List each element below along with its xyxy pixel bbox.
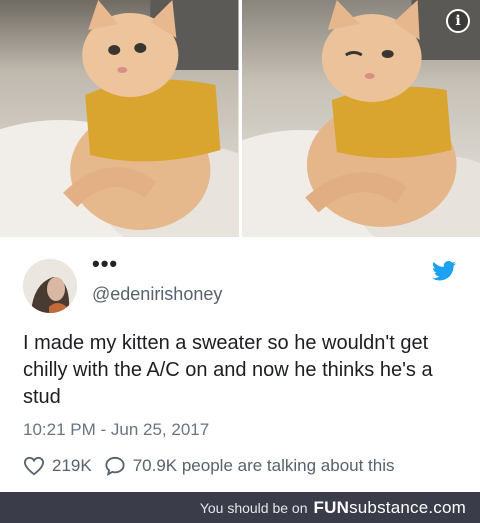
- tweet-card: ••• @edenirishoney I made my kitten a sw…: [0, 237, 480, 492]
- watermark-footer: You should be on FUNsubstance.com: [0, 492, 480, 523]
- photo-grid: i: [0, 0, 480, 237]
- tweet-timestamp[interactable]: 10:21 PM - Jun 25, 2017: [23, 420, 209, 440]
- reply-bubble-icon[interactable]: [104, 456, 126, 476]
- reply-count[interactable]: 70.9K people are talking about this: [133, 456, 395, 476]
- display-name-hidden: •••: [92, 251, 119, 276]
- avatar-image: [23, 259, 77, 313]
- kitten-image-left: [0, 0, 239, 237]
- user-handle[interactable]: @edenirishoney: [92, 284, 222, 305]
- info-icon[interactable]: i: [446, 9, 470, 33]
- kitten-photo-left[interactable]: [0, 0, 239, 237]
- twitter-bird-icon[interactable]: [432, 261, 456, 281]
- avatar[interactable]: [23, 259, 77, 313]
- tweet-text: I made my kitten a sweater so he wouldn'…: [23, 332, 433, 408]
- footer-prefix: You should be on: [199, 499, 308, 516]
- brand-bold: FUN: [313, 497, 350, 517]
- heart-icon[interactable]: [23, 456, 45, 476]
- tweet-actions: 219K 70.9K people are talking about this: [23, 456, 407, 476]
- brand-rest: substance.com: [349, 497, 466, 517]
- kitten-image-right: [241, 0, 480, 237]
- like-count: 219K: [52, 456, 92, 475]
- kitten-photo-right[interactable]: i: [241, 0, 480, 237]
- funsubstance-logo[interactable]: FUNsubstance.com: [314, 498, 466, 518]
